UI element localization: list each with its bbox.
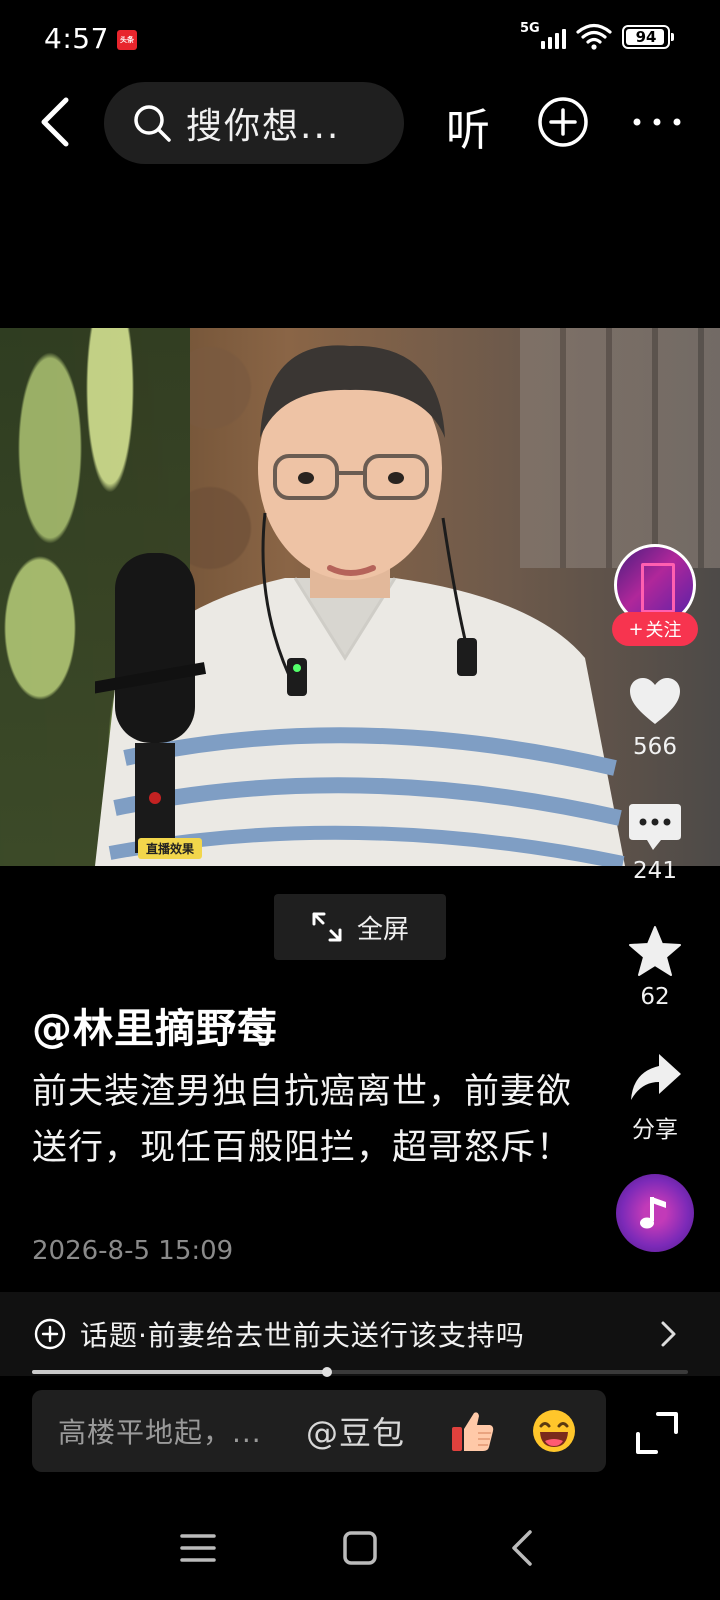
more-icon[interactable] <box>627 96 687 148</box>
chevron-left-icon <box>41 97 69 147</box>
like-button[interactable]: 566 <box>610 674 700 760</box>
fullscreen-button[interactable]: 全屏 <box>274 894 446 960</box>
search-icon <box>134 105 171 142</box>
share-button[interactable]: 分享 <box>610 1050 700 1144</box>
video-player[interactable]: 直播效果 <box>0 328 720 866</box>
expand-arrows-icon <box>312 912 342 942</box>
system-nav-bar <box>0 1496 720 1600</box>
topic-label: 话题·前妻给去世前夫送行该支持吗 <box>80 1319 525 1352</box>
cellular-signal-icon: 5G <box>520 21 566 51</box>
back-triangle-icon[interactable] <box>500 1526 544 1570</box>
add-circle-icon[interactable] <box>537 96 589 148</box>
laughing-emoji-icon[interactable] <box>530 1407 578 1455</box>
video-progress-fill <box>32 1370 328 1374</box>
network-type: 5G <box>520 21 540 36</box>
share-label: 分享 <box>632 1117 678 1143</box>
comment-button[interactable]: 241 <box>610 798 700 884</box>
listen-button[interactable]: 听 <box>446 94 490 158</box>
follow-button[interactable]: + 关注 <box>612 612 698 646</box>
thumbs-up-emoji-icon[interactable] <box>448 1407 496 1455</box>
star-icon <box>629 926 681 976</box>
music-note-icon <box>640 1197 666 1229</box>
status-bar: 4:57 头条 5G 94 <box>0 0 720 70</box>
menu-icon[interactable] <box>176 1526 220 1570</box>
back-button[interactable] <box>30 94 80 150</box>
battery-icon: 94 <box>622 25 674 49</box>
video-host-figure <box>95 345 625 866</box>
comment-count: 241 <box>633 858 677 884</box>
live-effect-tag: 直播效果 <box>138 838 203 859</box>
plus-circle-icon <box>34 1318 66 1350</box>
post-date: 2026-8-5 15:09 <box>32 1236 234 1266</box>
video-progress-bar[interactable] <box>32 1367 688 1377</box>
comment-input[interactable]: 高楼平地起，... @豆包 <box>32 1390 606 1472</box>
chevron-right-icon <box>661 1321 676 1347</box>
search-input[interactable]: 搜你想... <box>104 82 404 164</box>
fullscreen-label: 全屏 <box>356 914 409 945</box>
music-disc-button[interactable] <box>616 1174 694 1252</box>
status-time: 4:57 <box>44 22 109 55</box>
status-indicators: 5G 94 <box>520 21 674 52</box>
mention-doubao-button[interactable]: @豆包 <box>306 1408 405 1454</box>
comment-placeholder: 高楼平地起，... <box>58 1416 262 1449</box>
wifi-icon <box>576 23 612 50</box>
favorite-button[interactable]: 62 <box>610 924 700 1010</box>
author-name[interactable]: @林里摘野莓 <box>32 996 278 1054</box>
like-count: 566 <box>633 734 677 760</box>
battery-level: 94 <box>635 28 657 46</box>
expand-icon[interactable] <box>634 1410 680 1456</box>
topic-bar[interactable]: 话题·前妻给去世前夫送行该支持吗 <box>0 1292 720 1376</box>
comment-bubble-icon <box>629 804 681 850</box>
share-arrow-icon <box>631 1054 681 1100</box>
plus-icon: + <box>628 618 644 640</box>
follow-label: 关注 <box>645 620 682 641</box>
search-placeholder: 搜你想... <box>186 106 341 147</box>
toutiao-app-icon: 头条 <box>117 30 137 50</box>
post-title: 前夫装渣男独自抗癌离世，前妻欲送行，现任百般阻拦，超哥怒斥！ <box>32 1072 573 1168</box>
top-nav: 搜你想... 听 <box>0 80 720 164</box>
heart-icon <box>630 678 680 724</box>
favorite-count: 62 <box>640 984 670 1010</box>
home-square-icon[interactable] <box>338 1526 382 1570</box>
